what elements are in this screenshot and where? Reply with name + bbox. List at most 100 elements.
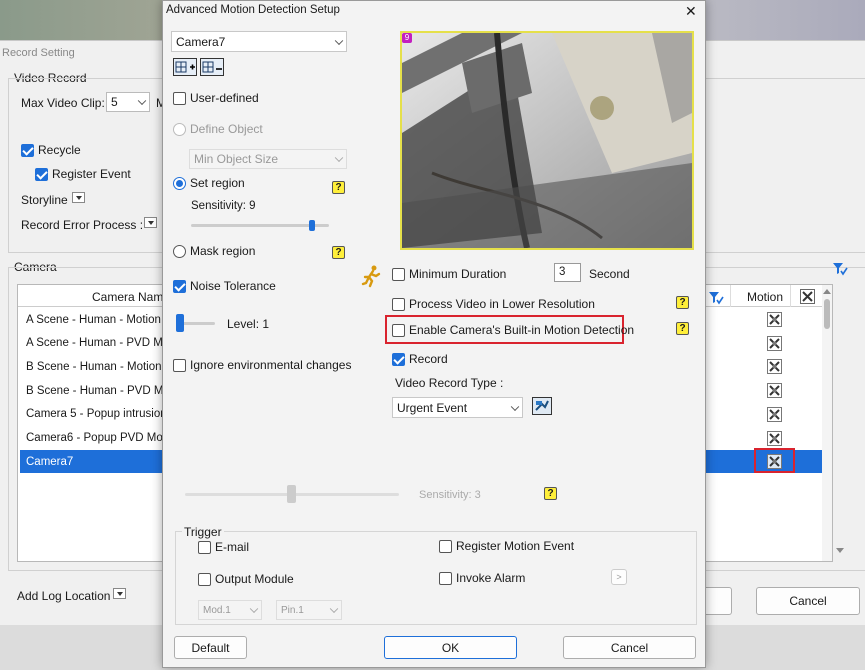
sensitivity-slider-thumb[interactable] (309, 220, 315, 231)
enable-builtin-motion-label: Enable Camera's Built-in Motion Detectio… (409, 323, 635, 337)
noise-tolerance-label: Noise Tolerance (190, 279, 276, 293)
pin-select[interactable]: Pin.1 (276, 600, 342, 620)
recycle-checkbox[interactable]: Recycle (21, 143, 81, 157)
motion-settings-icon[interactable] (767, 383, 782, 399)
background-cancel-button[interactable]: Cancel (756, 587, 860, 615)
camera-preview-image (402, 33, 692, 248)
camera-name-cell: Camera6 - Popup PVD Moti (26, 432, 169, 444)
invoke-alarm-more-button[interactable]: > (611, 569, 627, 585)
minimum-duration-checkbox[interactable]: Minimum Duration (392, 267, 506, 281)
mask-region-label: Mask region (190, 244, 256, 258)
email-label: E-mail (215, 540, 250, 554)
motion-settings-icon[interactable] (767, 430, 782, 446)
register-event-checkbox[interactable]: Register Event (35, 167, 131, 181)
motion-settings-icon[interactable] (767, 406, 782, 422)
noise-tolerance-checkbox[interactable]: Noise Tolerance (173, 279, 276, 293)
module-select-value: Mod.1 (203, 604, 231, 616)
sensitivity-label: Sensitivity: 9 (191, 200, 256, 212)
default-button[interactable]: Default (174, 636, 247, 659)
set-region-label: Set region (190, 176, 245, 190)
storyline-label: Storyline (21, 193, 68, 207)
email-checkbox[interactable]: E-mail (198, 540, 249, 554)
scroll-thumb[interactable] (824, 299, 830, 329)
add-log-location-label: Add Log Location (17, 589, 111, 603)
add-log-location-dropdown[interactable] (113, 588, 126, 599)
video-record-type-select[interactable]: Urgent Event (392, 397, 523, 418)
background-ok-button-partial[interactable] (705, 587, 732, 615)
remove-region-icon[interactable] (200, 58, 224, 76)
storyline-dropdown[interactable] (72, 192, 85, 203)
register-motion-event-checkbox[interactable]: Register Motion Event (439, 539, 574, 553)
motion-settings-icon[interactable] (767, 312, 782, 327)
chevron-down-icon (334, 153, 344, 163)
process-lower-res-checkbox[interactable]: Process Video in Lower Resolution (392, 297, 595, 311)
motion-icon-highlight (754, 448, 795, 474)
max-video-clip-select[interactable]: 5 (106, 92, 150, 112)
max-video-clip-label: Max Video Clip: (21, 96, 105, 110)
scroll-up-icon[interactable] (823, 289, 831, 294)
chevron-down-icon (137, 96, 147, 106)
checkbox-icon (35, 167, 48, 181)
camera-name-cell: A Scene - Human - Motion (26, 313, 161, 326)
cancel-button[interactable]: Cancel (563, 636, 696, 659)
help-icon[interactable]: ? (332, 181, 345, 194)
filter-icon[interactable] (832, 262, 848, 276)
define-object-label: Define Object (190, 122, 263, 136)
checkbox-icon (439, 571, 452, 585)
radio-icon (173, 122, 186, 136)
camera-name-cell: Camera7 (26, 455, 74, 468)
recycle-label: Recycle (38, 143, 81, 157)
minimum-duration-label: Minimum Duration (409, 267, 507, 281)
help-icon[interactable]: ? (676, 322, 689, 335)
module-select[interactable]: Mod.1 (198, 600, 262, 620)
invoke-alarm-label: Invoke Alarm (456, 571, 526, 585)
checkbox-icon (21, 143, 34, 157)
ok-button[interactable]: OK (384, 636, 517, 659)
mask-region-radio[interactable]: Mask region (173, 244, 255, 258)
process-lower-res-label: Process Video in Lower Resolution (409, 297, 595, 311)
min-object-size-value: Min Object Size (194, 152, 279, 166)
motion-settings-icon[interactable] (767, 359, 782, 375)
bottom-sensitivity-label: Sensitivity: 3 (419, 489, 481, 501)
enable-builtin-motion-checkbox[interactable]: Enable Camera's Built-in Motion Detectio… (392, 323, 634, 337)
filter-icon[interactable] (708, 291, 724, 305)
close-icon[interactable]: ✕ (685, 3, 697, 20)
motion-settings-header-icon[interactable] (800, 289, 815, 304)
trigger-group-label: Trigger (182, 525, 224, 539)
chevron-down-icon (334, 36, 344, 45)
set-region-radio[interactable]: Set region (173, 176, 245, 190)
bottom-sensitivity-thumb[interactable] (287, 485, 296, 503)
scroll-down-icon[interactable] (836, 548, 844, 553)
noise-level-slider-thumb[interactable] (176, 314, 184, 332)
camera-name-cell: Camera 5 - Popup intrusion (26, 408, 167, 421)
min-object-size-select[interactable]: Min Object Size (189, 149, 347, 169)
record-type-settings-icon[interactable] (532, 397, 552, 415)
output-module-checkbox[interactable]: Output Module (198, 572, 294, 586)
user-defined-checkbox[interactable]: User-defined (173, 91, 259, 105)
help-icon[interactable]: ? (544, 487, 557, 500)
add-region-icon[interactable] (173, 58, 197, 76)
record-error-process-label: Record Error Process : (21, 218, 144, 232)
checkbox-icon (173, 91, 186, 105)
chevron-down-icon (510, 402, 520, 411)
record-checkbox[interactable]: Record (392, 352, 448, 366)
minimum-duration-input[interactable]: 3 (554, 263, 581, 282)
header-divider (730, 285, 731, 307)
radio-icon (173, 244, 186, 258)
col-camera-name-header[interactable]: Camera Nam (92, 290, 163, 304)
motion-settings-icon[interactable] (767, 335, 782, 351)
camera-preview[interactable]: 9 (400, 31, 694, 250)
invoke-alarm-checkbox[interactable]: Invoke Alarm (439, 571, 525, 585)
help-icon[interactable]: ? (332, 246, 345, 259)
help-icon[interactable]: ? (676, 296, 689, 309)
ignore-env-checkbox[interactable]: Ignore environmental changes (173, 358, 351, 372)
checkbox-icon (173, 358, 186, 372)
record-error-process-dropdown[interactable] (144, 217, 157, 228)
video-record-type-label: Video Record Type : (395, 376, 504, 390)
second-label: Second (589, 267, 630, 281)
col-motion-header[interactable]: Motion (747, 290, 783, 304)
define-object-radio[interactable]: Define Object (173, 122, 263, 136)
camera-select[interactable]: Camera7 (171, 31, 347, 52)
preview-badge: 9 (402, 33, 412, 43)
register-event-label: Register Event (52, 167, 131, 181)
